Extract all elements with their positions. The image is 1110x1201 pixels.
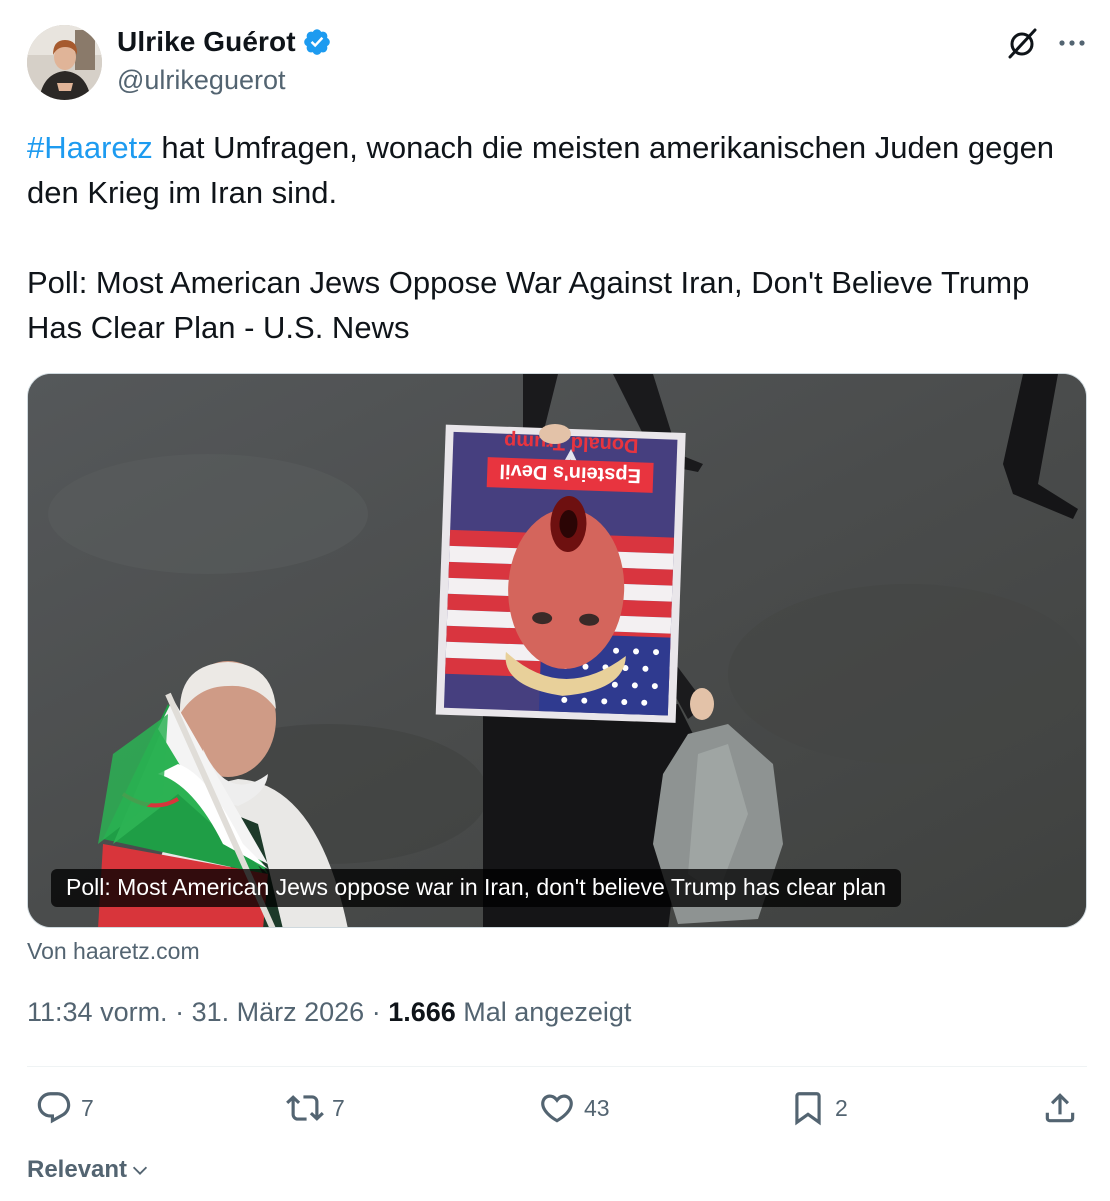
grok-icon[interactable]: [1004, 25, 1040, 61]
divider: [27, 1066, 1087, 1067]
author-avatar[interactable]: [27, 25, 102, 100]
repost-count: 7: [332, 1094, 345, 1121]
repost-button[interactable]: 7: [286, 1089, 345, 1127]
card-photo: Epstein's Devil Donald Trump: [28, 374, 1086, 927]
author-display-name[interactable]: Ulrike Guérot: [117, 26, 296, 58]
card-caption: Poll: Most American Jews oppose war in I…: [51, 869, 902, 907]
tweet-text: #Haaretz hat Umfragen, wonach die meiste…: [27, 125, 1087, 350]
like-button[interactable]: 43: [538, 1089, 610, 1127]
hashtag-link[interactable]: #Haaretz: [27, 130, 153, 165]
tweet-line1-text: hat Umfragen, wonach die meisten amerika…: [27, 130, 1055, 210]
bookmark-count: 2: [835, 1094, 848, 1121]
verified-badge-icon[interactable]: [302, 27, 332, 57]
view-count-label: Mal angezeigt: [455, 997, 632, 1027]
tweet-headline: Poll: Most American Jews Oppose War Agai…: [27, 265, 1030, 345]
tweet-date[interactable]: 31. März 2026: [192, 997, 365, 1027]
reply-icon: [37, 1092, 71, 1124]
heart-icon: [541, 1094, 573, 1123]
more-icon[interactable]: [1054, 28, 1090, 58]
view-count: 1.666: [388, 997, 456, 1027]
meta-separator: ·: [167, 997, 192, 1027]
reply-button[interactable]: 7: [35, 1089, 94, 1127]
avatar-image: [27, 25, 102, 100]
link-card[interactable]: Epstein's Devil Donald Trump Poll: Most …: [27, 373, 1087, 928]
reply-sort-label: Relevant: [27, 1156, 128, 1183]
reply-sort-dropdown[interactable]: Relevant: [27, 1156, 151, 1184]
tweet-paragraph-1: #Haaretz hat Umfragen, wonach die meiste…: [27, 125, 1087, 215]
share-button[interactable]: [1041, 1089, 1079, 1127]
author-handle[interactable]: @ulrikeguerot: [117, 65, 286, 96]
like-count: 43: [584, 1094, 610, 1121]
chevron-down-icon: [132, 1166, 148, 1175]
meta-separator: ·: [364, 997, 389, 1027]
share-icon: [1045, 1093, 1075, 1123]
card-source[interactable]: Von haaretz.com: [27, 938, 200, 965]
bookmark-icon: [795, 1092, 821, 1126]
reply-count: 7: [81, 1094, 94, 1121]
poster-text-2: Donald Trump: [504, 430, 639, 457]
bookmark-button[interactable]: 2: [789, 1089, 848, 1127]
tweet-meta: 11:34 vorm. · 31. März 2026 · 1.666 Mal …: [27, 997, 631, 1028]
tweet-time[interactable]: 11:34 vorm.: [27, 997, 168, 1027]
repost-icon: [286, 1095, 324, 1121]
